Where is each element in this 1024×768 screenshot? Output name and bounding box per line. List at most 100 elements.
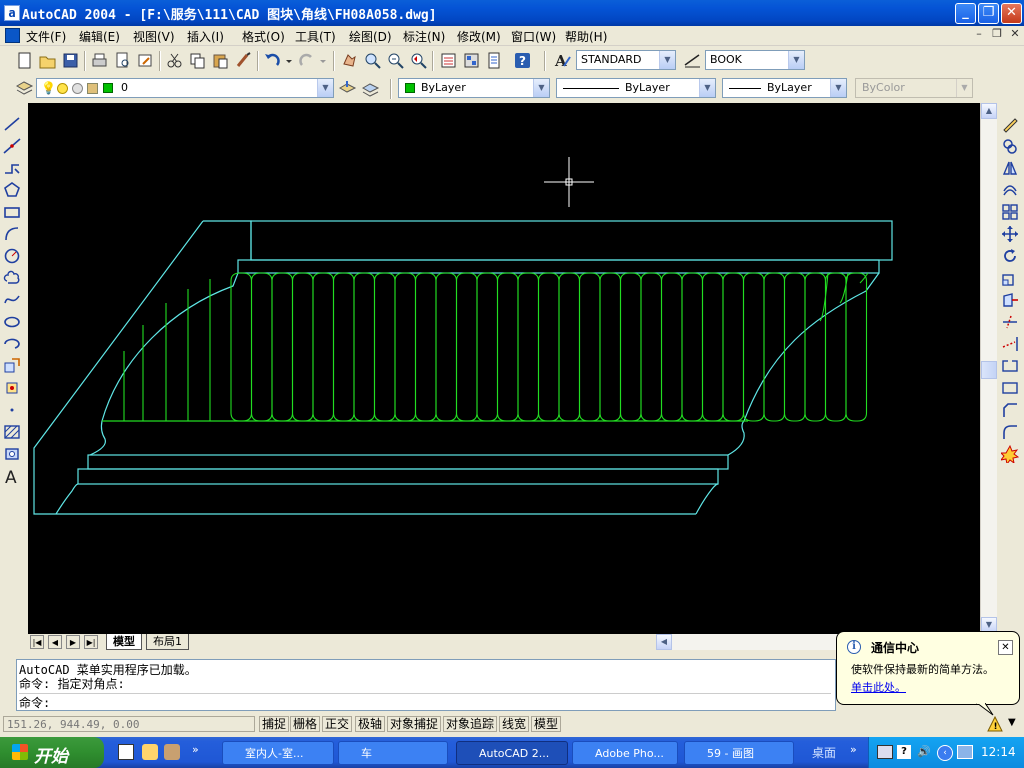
autocad-app-icon[interactable]: a [4,5,20,21]
layer-select[interactable]: 💡 0 ▼ [36,78,334,98]
polar-toggle[interactable]: 极轴 [355,716,386,732]
menu-tools[interactable]: 工具(T) [295,28,336,45]
warning-icon[interactable]: ! [987,715,1003,732]
expand-tray-icon[interactable]: ‹ [937,745,953,761]
design-center-icon[interactable] [461,50,482,71]
volume-icon[interactable]: 🔊 [917,745,931,759]
first-tab-button[interactable]: |◀ [30,635,44,649]
construction-line-icon[interactable] [3,137,21,155]
stretch-icon[interactable] [1001,291,1019,309]
zoom-window-icon[interactable] [385,50,406,71]
help-tray-icon[interactable]: ? [897,745,911,759]
tab-model[interactable]: 模型 [106,634,142,650]
dim-style-icon[interactable] [682,50,703,71]
start-button[interactable]: 开始 [0,737,104,768]
break-icon[interactable] [1001,357,1019,375]
menu-draw[interactable]: 绘图(D) [349,28,392,45]
tool-palettes-icon[interactable] [484,50,505,71]
polyline-icon[interactable] [3,159,21,177]
scroll-up-button[interactable]: ▲ [981,103,997,119]
redo-dropdown-icon[interactable] [318,50,328,71]
prev-tab-button[interactable]: ◀ [48,635,62,649]
insert-block-icon[interactable] [3,357,21,375]
task-folder[interactable]: 车 [338,741,448,765]
menu-insert[interactable]: 插入(I) [187,28,224,45]
rectangle-icon[interactable] [3,203,21,221]
copy-icon[interactable] [187,50,208,71]
undo-dropdown-icon[interactable] [284,50,294,71]
properties-icon[interactable] [438,50,459,71]
cut-icon[interactable] [164,50,185,71]
balloon-link[interactable]: 单击此处。 [851,679,906,695]
open-file-icon[interactable] [37,50,58,71]
vertical-scrollbar[interactable]: ▲ ▼ [980,103,997,634]
menu-modify[interactable]: 修改(M) [457,28,501,45]
task-paint[interactable]: 59 - 画图 [684,741,794,765]
mirror-icon[interactable] [1001,159,1019,177]
spline-icon[interactable] [3,291,21,309]
hatch-icon[interactable] [3,423,21,441]
menu-edit[interactable]: 编辑(E) [79,28,120,45]
array-icon[interactable] [1001,203,1019,221]
menu-dimension[interactable]: 标注(N) [403,28,445,45]
maximize-button[interactable]: ❐ [978,3,999,24]
layer-previous-icon[interactable] [360,78,381,99]
rotate-icon[interactable] [1001,247,1019,265]
command-window[interactable]: AutoCAD 菜单实用程序已加载。 命令: 指定对角点: 命令: [16,659,836,711]
doc-restore-button[interactable]: ❐ [990,28,1004,42]
dim-style-select[interactable]: BOOK ▼ [705,50,805,70]
quicklaunch-more-icon[interactable]: » [192,743,199,756]
clock[interactable]: 12:14 [981,745,1016,759]
desktop-toolbar-label[interactable]: 桌面 [812,744,836,761]
desktop-more-icon[interactable]: » [850,743,857,756]
menu-help[interactable]: 帮助(H) [565,28,607,45]
match-properties-icon[interactable] [233,50,254,71]
extend-icon[interactable] [1001,335,1019,353]
help-icon[interactable]: ? [512,50,533,71]
line-icon[interactable] [3,115,21,133]
doc-minimize-button[interactable]: – [972,28,986,42]
status-menu-arrow-icon[interactable]: ▼ [1008,717,1016,728]
lineweight-toggle[interactable]: 线宽 [499,716,530,732]
new-file-icon[interactable] [14,50,35,71]
polygon-icon[interactable] [3,181,21,199]
keyboard-icon[interactable] [877,745,893,759]
zoom-previous-icon[interactable] [408,50,429,71]
color-select[interactable]: ByLayer ▼ [398,78,550,98]
minimize-button[interactable]: _ [955,3,976,24]
publish-icon[interactable] [135,50,156,71]
model-toggle[interactable]: 模型 [531,716,562,732]
pan-realtime-icon[interactable] [339,50,360,71]
otrack-toggle[interactable]: 对象追踪 [443,716,498,732]
task-browser[interactable]: 室内人-室... [222,741,334,765]
scale-icon[interactable] [1001,269,1019,287]
print-preview-icon[interactable] [112,50,133,71]
chamfer-icon[interactable] [1001,401,1019,419]
doc-close-button[interactable]: ✕ [1008,28,1022,42]
text-style-icon[interactable]: A [552,50,573,71]
balloon-close-button[interactable]: ✕ [998,640,1013,655]
layer-manager-icon[interactable] [14,78,35,99]
show-desktop-quicklaunch-icon[interactable] [118,744,134,760]
move-icon[interactable] [1001,225,1019,243]
undo-icon[interactable] [262,50,283,71]
menu-format[interactable]: 格式(O) [242,28,285,45]
command-prompt[interactable]: 命令: [19,693,831,711]
save-icon[interactable] [60,50,81,71]
multiline-text-icon[interactable]: A [3,467,21,485]
task-autocad[interactable]: AutoCAD 2... [456,741,568,765]
arc-icon[interactable] [3,225,21,243]
grid-toggle[interactable]: 栅格 [290,716,321,732]
explode-icon[interactable] [1001,445,1019,463]
make-object-layer-current-icon[interactable] [337,78,358,99]
join-icon[interactable] [1001,379,1019,397]
next-tab-button[interactable]: ▶ [66,635,80,649]
trim-icon[interactable] [1001,313,1019,331]
ellipse-arc-icon[interactable] [3,335,21,353]
menu-file[interactable]: 文件(F) [26,28,66,45]
menu-window[interactable]: 窗口(W) [511,28,556,45]
task-photoshop[interactable]: Adobe Pho... [572,741,678,765]
tool-quicklaunch-icon[interactable] [164,744,180,760]
redo-icon[interactable] [296,50,317,71]
media-quicklaunch-icon[interactable] [142,744,158,760]
